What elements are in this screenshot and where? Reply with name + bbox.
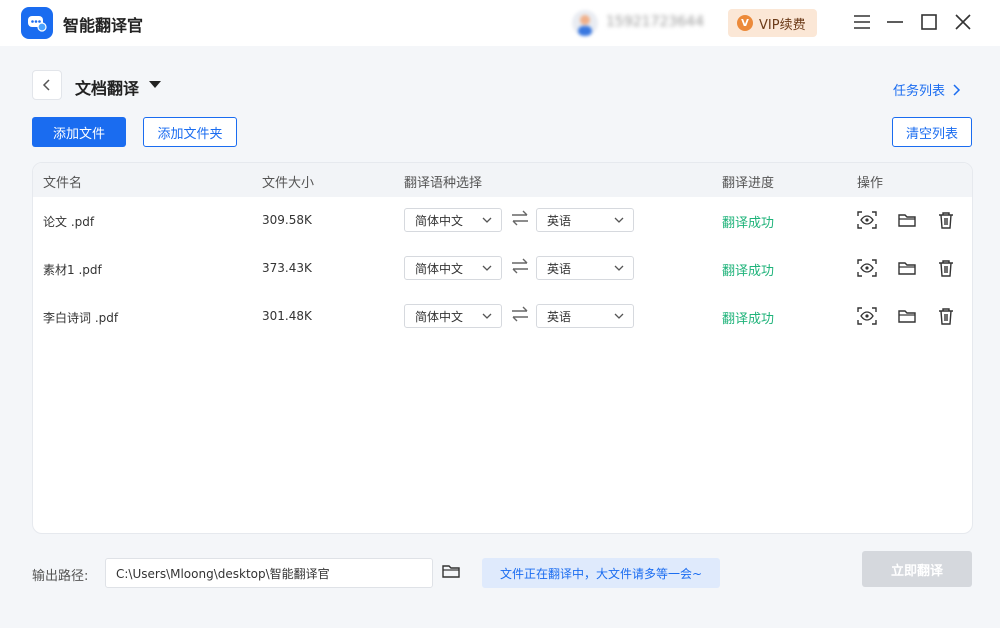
file-name: 论文 .pdf bbox=[43, 215, 95, 229]
task-list-link[interactable]: 任务列表 bbox=[893, 80, 961, 99]
output-path-field[interactable]: C:\Users\Mloong\desktop\智能翻译官 bbox=[105, 558, 433, 588]
caret-down-icon[interactable] bbox=[149, 81, 161, 88]
col-language: 翻译语种选择 bbox=[404, 176, 483, 191]
file-name: 素材1 .pdf bbox=[43, 263, 102, 277]
file-size: 301.48K bbox=[262, 309, 312, 323]
chevron-down-icon bbox=[614, 217, 624, 223]
chevron-down-icon bbox=[482, 313, 492, 319]
back-button[interactable] bbox=[32, 70, 62, 100]
back-icon bbox=[42, 79, 50, 91]
target-language-value: 英语 bbox=[547, 213, 572, 228]
output-path-label: 输出路径: bbox=[32, 569, 89, 584]
source-language-select[interactable]: 简体中文 bbox=[404, 256, 502, 280]
swap-icon[interactable] bbox=[510, 258, 530, 274]
file-name: 李白诗词 .pdf bbox=[43, 311, 119, 325]
status-badge: 翻译成功 bbox=[722, 312, 775, 327]
col-actions: 操作 bbox=[857, 176, 884, 191]
vip-icon: V bbox=[737, 15, 753, 31]
add-folder-button[interactable]: 添加文件夹 bbox=[143, 117, 237, 147]
chevron-right-icon bbox=[953, 83, 961, 96]
app-title: 智能翻译官 bbox=[63, 16, 144, 35]
source-language-value: 简体中文 bbox=[415, 309, 464, 324]
menu-icon[interactable] bbox=[852, 12, 872, 32]
maximize-icon[interactable] bbox=[919, 12, 939, 32]
table-row: 李白诗词 .pdf 301.48K 简体中文 英语 翻译成功 bbox=[33, 292, 972, 340]
chevron-down-icon bbox=[482, 217, 492, 223]
clear-list-button[interactable]: 清空列表 bbox=[892, 117, 972, 147]
folder-icon[interactable] bbox=[897, 306, 917, 326]
folder-icon[interactable] bbox=[897, 258, 917, 278]
vip-label: VIP续费 bbox=[759, 17, 806, 33]
task-list-label: 任务列表 bbox=[893, 84, 946, 99]
col-filename: 文件名 bbox=[43, 176, 83, 191]
chevron-down-icon bbox=[482, 265, 492, 271]
file-size: 309.58K bbox=[262, 213, 312, 227]
status-badge: 翻译成功 bbox=[722, 216, 775, 231]
target-language-value: 英语 bbox=[547, 309, 572, 324]
close-icon[interactable] bbox=[953, 12, 973, 32]
minimize-icon[interactable] bbox=[885, 12, 905, 32]
swap-icon[interactable] bbox=[510, 210, 530, 226]
file-size: 373.43K bbox=[262, 261, 312, 275]
source-language-value: 简体中文 bbox=[415, 213, 464, 228]
target-language-select[interactable]: 英语 bbox=[536, 256, 634, 280]
col-size: 文件大小 bbox=[262, 176, 315, 191]
folder-icon[interactable] bbox=[442, 563, 462, 583]
user-phone: 15921723644 bbox=[606, 14, 704, 30]
source-language-select[interactable]: 简体中文 bbox=[404, 208, 502, 232]
swap-icon[interactable] bbox=[510, 306, 530, 322]
trash-icon[interactable] bbox=[936, 258, 956, 278]
target-language-select[interactable]: 英语 bbox=[536, 208, 634, 232]
page-title: 文档翻译 bbox=[75, 79, 140, 98]
translating-notice: 文件正在翻译中，大文件请多等一会~ bbox=[482, 558, 720, 588]
table-row: 素材1 .pdf 373.43K 简体中文 英语 翻译成功 bbox=[33, 244, 972, 292]
source-language-value: 简体中文 bbox=[415, 261, 464, 276]
chevron-down-icon bbox=[614, 265, 624, 271]
trash-icon[interactable] bbox=[936, 306, 956, 326]
app-logo-icon bbox=[21, 7, 53, 39]
chevron-down-icon bbox=[614, 313, 624, 319]
status-badge: 翻译成功 bbox=[722, 264, 775, 279]
table-row: 论文 .pdf 309.58K 简体中文 英语 翻译成功 bbox=[33, 196, 972, 244]
source-language-select[interactable]: 简体中文 bbox=[404, 304, 502, 328]
vip-renew-button[interactable]: V VIP续费 bbox=[728, 9, 817, 37]
preview-icon[interactable] bbox=[857, 258, 877, 278]
col-progress: 翻译进度 bbox=[722, 176, 775, 191]
file-table: 文件名 文件大小 翻译语种选择 翻译进度 操作 论文 .pdf 309.58K … bbox=[32, 162, 973, 534]
avatar-icon[interactable] bbox=[572, 10, 598, 36]
title-bar: 智能翻译官 15921723644 V VIP续费 bbox=[0, 0, 1000, 46]
target-language-value: 英语 bbox=[547, 261, 572, 276]
target-language-select[interactable]: 英语 bbox=[536, 304, 634, 328]
add-file-button[interactable]: 添加文件 bbox=[32, 117, 126, 147]
preview-icon[interactable] bbox=[857, 210, 877, 230]
table-header: 文件名 文件大小 翻译语种选择 翻译进度 操作 bbox=[33, 163, 972, 197]
translate-now-button[interactable]: 立即翻译 bbox=[862, 551, 972, 587]
preview-icon[interactable] bbox=[857, 306, 877, 326]
trash-icon[interactable] bbox=[936, 210, 956, 230]
folder-icon[interactable] bbox=[897, 210, 917, 230]
